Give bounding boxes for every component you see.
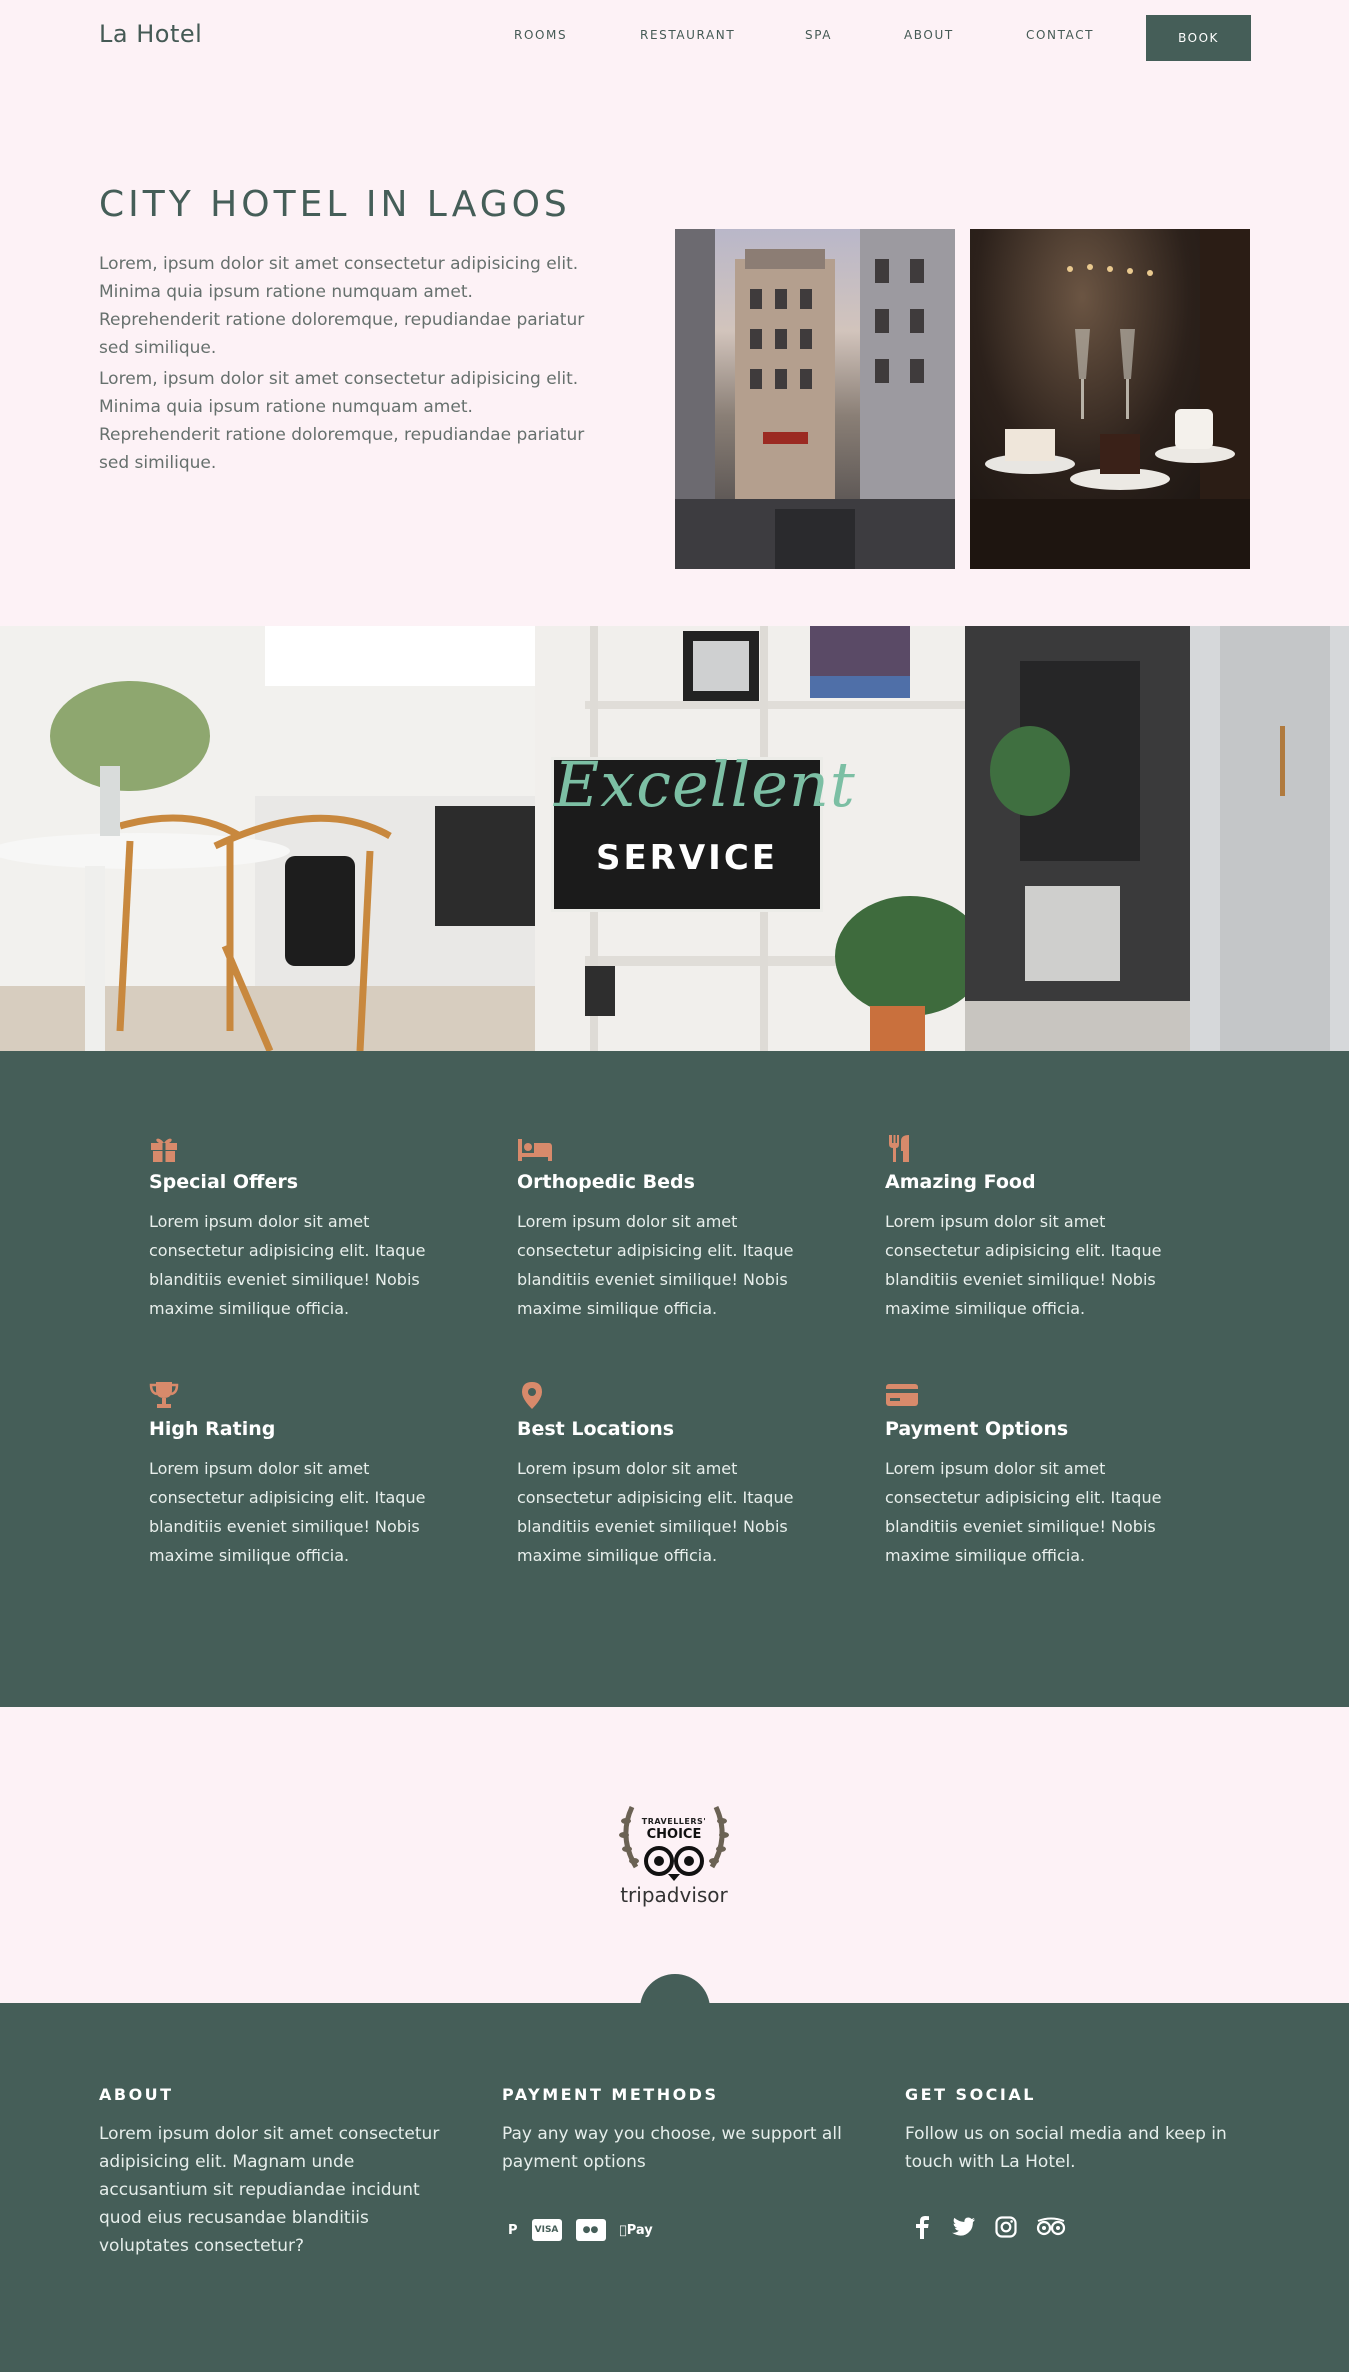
- footer-social: GET SOCIAL Follow us on social media and…: [905, 2085, 1260, 2176]
- feature-high-rating: High Rating Lorem ipsum dolor sit amet c…: [149, 1380, 439, 1570]
- map-pin-icon: [522, 1382, 542, 1409]
- footer-social-text: Follow us on social media and keep in to…: [905, 2124, 1227, 2172]
- footer-about: ABOUT Lorem ipsum dolor sit amet consect…: [99, 2085, 454, 2260]
- feature-title: Best Locations: [517, 1418, 675, 1440]
- footer-payment-text: Pay any way you choose, we support all p…: [502, 2124, 842, 2172]
- feature-special-offers: Special Offers Lorem ipsum dolor sit ame…: [149, 1133, 439, 1323]
- features-section: Special Offers Lorem ipsum dolor sit ame…: [0, 1051, 1349, 1707]
- nav-link-spa[interactable]: SPA: [805, 28, 832, 42]
- footer-about-title: ABOUT: [99, 2085, 174, 2104]
- feature-title: Amazing Food: [885, 1171, 1036, 1193]
- social-links: [910, 2215, 1066, 2239]
- page-title: CITY HOTEL IN LAGOS: [99, 184, 571, 225]
- feature-title: Orthopedic Beds: [517, 1171, 695, 1193]
- nav-link-contact[interactable]: CONTACT: [1026, 28, 1094, 42]
- facebook-icon[interactable]: [910, 2215, 934, 2239]
- award-line-1: TRAVELLERS': [641, 1817, 707, 1826]
- feature-payment-options: Payment Options Lorem ipsum dolor sit am…: [885, 1380, 1175, 1570]
- feature-text: Lorem ipsum dolor sit amet consectetur a…: [149, 1459, 426, 1565]
- tripadvisor-award-badge: TRAVELLERS' CHOICE tripadvisor: [612, 1797, 736, 1907]
- book-button[interactable]: BOOK: [1146, 15, 1251, 61]
- feature-text: Lorem ipsum dolor sit amet consectetur a…: [517, 1459, 794, 1565]
- feature-best-locations: Best Locations Lorem ipsum dolor sit ame…: [517, 1380, 807, 1570]
- utensils-icon: [889, 1135, 909, 1162]
- paypal-icon[interactable]: P: [508, 2219, 518, 2241]
- feature-text: Lorem ipsum dolor sit amet consectetur a…: [149, 1212, 426, 1318]
- feature-title: Payment Options: [885, 1418, 1069, 1440]
- apple-pay-label: Pay: [619, 2222, 653, 2238]
- footer-social-title: GET SOCIAL: [905, 2085, 1036, 2104]
- footer-payment: PAYMENT METHODS Pay any way you choose, …: [502, 2085, 857, 2176]
- tripadvisor-icon[interactable]: [1036, 2215, 1066, 2239]
- award-line-2: CHOICE: [646, 1827, 702, 1842]
- cafe-dessert-photo: [970, 229, 1250, 569]
- feature-title: Special Offers: [149, 1171, 299, 1193]
- feature-orthopedic-beds: Orthopedic Beds Lorem ipsum dolor sit am…: [517, 1133, 807, 1323]
- sign-script-text: Excellent: [554, 748, 856, 821]
- visa-icon[interactable]: VISA: [531, 2219, 562, 2241]
- apple-pay-icon[interactable]: Pay: [620, 2219, 653, 2241]
- feature-amazing-food: Amazing Food Lorem ipsum dolor sit amet …: [885, 1133, 1175, 1323]
- gift-icon: [151, 1138, 177, 1162]
- sign-main-text: SERVICE: [595, 838, 779, 878]
- feature-title: High Rating: [149, 1418, 276, 1440]
- footer-about-text: Lorem ipsum dolor sit amet consectetur a…: [99, 2124, 440, 2256]
- mastercard-icon[interactable]: ●●: [575, 2219, 606, 2241]
- credit-card-icon: [886, 1384, 918, 1406]
- service-banner: Excellent SERVICE: [0, 626, 1349, 1051]
- city-street-photo: [675, 229, 955, 569]
- twitter-icon[interactable]: [952, 2215, 976, 2239]
- nav-link-about[interactable]: ABOUT: [904, 28, 954, 42]
- hero-section: CITY HOTEL IN LAGOS Lorem, ipsum dolor s…: [0, 74, 1349, 626]
- top-nav: La Hotel ROOMS RESTAURANT SPA ABOUT CONT…: [0, 0, 1349, 74]
- payment-icons: P VISA ●● Pay: [508, 2219, 653, 2241]
- apple-glyph: : [620, 2223, 627, 2237]
- service-sign: Excellent SERVICE: [551, 748, 855, 912]
- bed-icon: [518, 1139, 552, 1161]
- footer-payment-title: PAYMENT METHODS: [502, 2085, 719, 2104]
- feature-text: Lorem ipsum dolor sit amet consectetur a…: [517, 1212, 794, 1318]
- trophy-icon: [149, 1382, 179, 1408]
- hero-paragraph: Lorem, ipsum dolor sit amet consectetur …: [99, 369, 585, 473]
- site-footer: ABOUT Lorem ipsum dolor sit amet consect…: [0, 2003, 1349, 2372]
- hero-paragraph: Lorem, ipsum dolor sit amet consectetur …: [99, 254, 585, 358]
- feature-text: Lorem ipsum dolor sit amet consectetur a…: [885, 1212, 1162, 1318]
- nav-link-restaurant[interactable]: RESTAURANT: [640, 28, 735, 42]
- award-brand: tripadvisor: [620, 1883, 728, 1907]
- award-section: TRAVELLERS' CHOICE tripadvisor: [0, 1707, 1349, 2044]
- nav-link-rooms[interactable]: ROOMS: [514, 28, 567, 42]
- instagram-icon[interactable]: [994, 2215, 1018, 2239]
- feature-text: Lorem ipsum dolor sit amet consectetur a…: [885, 1459, 1162, 1565]
